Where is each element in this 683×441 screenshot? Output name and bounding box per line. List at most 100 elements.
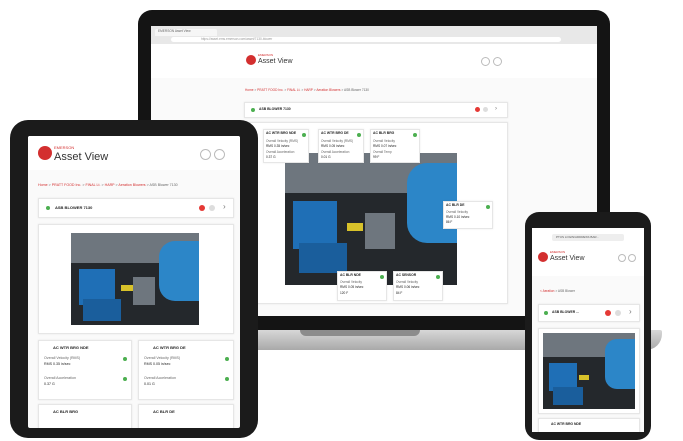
status-ok-icon — [486, 205, 490, 209]
asset-title: ASB BLOWER ... — [552, 310, 579, 314]
emerson-logo-icon — [38, 146, 52, 160]
breadcrumb-site[interactable]: PRATT FOOD Inc. — [257, 88, 283, 92]
emerson-logo-icon — [246, 55, 256, 65]
sensor-card[interactable]: AC WTR BRG DE Overall Velocity (RMS) RMS… — [138, 340, 234, 400]
breadcrumb-home[interactable]: Home — [38, 183, 48, 187]
sensor-label: Overall Acceleration — [321, 150, 350, 154]
user-menu-icon[interactable] — [493, 57, 502, 66]
help-icon[interactable] — [618, 254, 626, 262]
tablet-screen: EMERSON Asset View Home > PRATT FOOD Inc… — [28, 136, 240, 428]
asset-title-bar: ASB BLOWER ... › — [538, 304, 640, 322]
sensor-value: RMS 0.10 in/sec — [446, 215, 470, 219]
chevron-right-icon[interactable]: › — [223, 202, 226, 211]
sensor-title: AC BLR BRG — [373, 131, 395, 135]
asset-photo — [71, 233, 199, 325]
sensor-label: Overall Temp — [373, 150, 392, 154]
sensor-card[interactable]: AC BLR BRG Overall Velocity RMS 0.07 in/… — [370, 129, 420, 163]
sensor-card[interactable]: AC BLR NDE Overall Velocity RMS 0.05 in/… — [337, 271, 387, 301]
browser-chrome: EMERSON Asset View https://asset.ems.eme… — [151, 26, 597, 45]
brand-name: Asset View — [258, 58, 293, 65]
breadcrumb-site[interactable]: PRATT FOOD Inc. — [52, 183, 82, 187]
app-header: EMERSON Asset View — [151, 44, 597, 78]
settings-icon[interactable] — [483, 107, 488, 112]
phone-app-header: PTUS LOGIN/ADDRESS BAR... EMERSON Asset … — [532, 228, 644, 276]
sensor-title: AC SENSOR — [396, 273, 417, 277]
sensor-value: 86 F — [446, 220, 453, 224]
sensor-title: AC WTR BRG DE — [321, 131, 349, 135]
sensor-card[interactable]: AC WTR BRG DE Overall Velocity (RMS) RMS… — [318, 129, 364, 163]
sensor-value: 84 F — [396, 291, 403, 295]
breadcrumb-group[interactable]: Aeration Blowers — [316, 88, 340, 92]
breadcrumb-group[interactable]: Aeration Blowers — [118, 183, 145, 187]
status-ok-icon — [225, 377, 229, 381]
sensor-card[interactable]: AC BLR DE Overall Velocity RMS 0.10 in/s… — [443, 201, 493, 229]
sensor-label: Overall Velocity — [373, 139, 395, 143]
settings-icon[interactable] — [209, 205, 215, 211]
sensor-value: 120 F — [340, 291, 349, 295]
tablet-breadcrumb: Home > PRATT FOOD Inc. > FINAL Lt. > HAR… — [38, 183, 178, 187]
breadcrumb-unit[interactable]: HARP — [304, 88, 313, 92]
phone-address-button[interactable]: PTUS LOGIN/ADDRESS BAR... — [552, 234, 624, 241]
sensor-card[interactable]: AC BLR DE — [138, 404, 234, 428]
sensor-title: AC WTR BRG DE — [153, 345, 186, 350]
status-ok-icon — [380, 275, 384, 279]
sensor-value: 0.01 G — [144, 382, 155, 386]
asset-status-icon — [46, 206, 50, 210]
status-ok-icon — [357, 133, 361, 137]
breadcrumb-area[interactable]: FINAL Lt. — [287, 88, 300, 92]
sensor-value: 0.37 G — [44, 382, 55, 386]
help-icon[interactable] — [481, 57, 490, 66]
settings-icon[interactable] — [615, 310, 621, 316]
sensor-card[interactable]: AC WTR BRG NDE — [538, 418, 640, 432]
sensor-value: RMS 0.05 in/sec — [144, 362, 171, 366]
user-menu-icon[interactable] — [214, 149, 225, 160]
breadcrumb-asset: ASB Blower 7130 — [343, 88, 369, 92]
sensor-card[interactable]: AC SENSOR Overall Velocity RMS 0.06 in/s… — [393, 271, 443, 301]
address-bar[interactable]: https://asset.ems.emerson.com/asset/7130… — [171, 37, 561, 42]
status-ok-icon — [413, 133, 417, 137]
sensor-value: RMS 0.07 in/sec — [373, 144, 397, 148]
alert-icon[interactable] — [199, 205, 205, 211]
status-ok-icon — [225, 357, 229, 361]
asset-photo-panel: AC WTR BRG NDE Overall Velocity (RMS) RM… — [244, 122, 508, 304]
status-ok-icon — [436, 275, 440, 279]
sensor-title: AC BLR BRG — [53, 409, 79, 414]
sensor-card[interactable]: AC WTR BRG NDE Overall Velocity (RMS) RM… — [263, 129, 309, 163]
sensor-label: Overall Velocity (RMS) — [266, 139, 299, 143]
alert-icon[interactable] — [475, 107, 480, 112]
breadcrumb-back[interactable]: < Aeration — [540, 289, 554, 293]
phone-screen: PTUS LOGIN/ADDRESS BAR... EMERSON Asset … — [532, 228, 644, 432]
breadcrumb-unit[interactable]: HARP — [105, 183, 115, 187]
tablet-app-header: EMERSON Asset View — [28, 136, 240, 170]
sensor-title: AC BLR NDE — [340, 273, 361, 277]
sensor-label: Overall Velocity — [396, 280, 418, 284]
breadcrumb-home[interactable]: Home — [245, 88, 254, 92]
sensor-value: 99 F — [373, 155, 380, 159]
sensor-value: 0.01 G — [321, 155, 331, 159]
asset-photo — [543, 333, 635, 409]
sensor-label: Overall Acceleration — [144, 376, 176, 380]
help-icon[interactable] — [200, 149, 211, 160]
brand-name: Asset View — [54, 151, 109, 163]
sensor-value: RMS 0.35 in/sec — [266, 144, 290, 148]
sensor-label: Overall Acceleration — [44, 376, 76, 380]
user-menu-icon[interactable] — [628, 254, 636, 262]
sensor-title: AC WTR BRG NDE — [53, 345, 89, 350]
brand-small: EMERSON — [258, 53, 274, 57]
sensor-title: AC WTR BRG NDE — [551, 422, 582, 426]
sensor-card[interactable]: AC BLR BRG — [38, 404, 132, 428]
sensor-value: RMS 0.05 in/sec — [321, 144, 345, 148]
chevron-right-icon[interactable]: › — [495, 106, 497, 112]
alert-icon[interactable] — [605, 310, 611, 316]
asset-status-icon — [544, 311, 548, 315]
breadcrumb-area[interactable]: FINAL Lt. — [85, 183, 100, 187]
sensor-title: AC BLR DE — [153, 409, 175, 414]
breadcrumb-asset: ASB Blower 7130 — [149, 183, 178, 187]
browser-tab[interactable]: EMERSON Asset View — [155, 29, 217, 36]
breadcrumb: Home > PRATT FOOD Inc. > FINAL Lt. > HAR… — [245, 88, 369, 92]
sensor-label: Overall Velocity — [340, 280, 362, 284]
asset-photo-panel — [538, 328, 640, 414]
sensor-card[interactable]: AC WTR BRG NDE Overall Velocity (RMS) RM… — [38, 340, 132, 400]
chevron-right-icon[interactable]: › — [629, 307, 632, 316]
status-ok-icon — [123, 377, 127, 381]
